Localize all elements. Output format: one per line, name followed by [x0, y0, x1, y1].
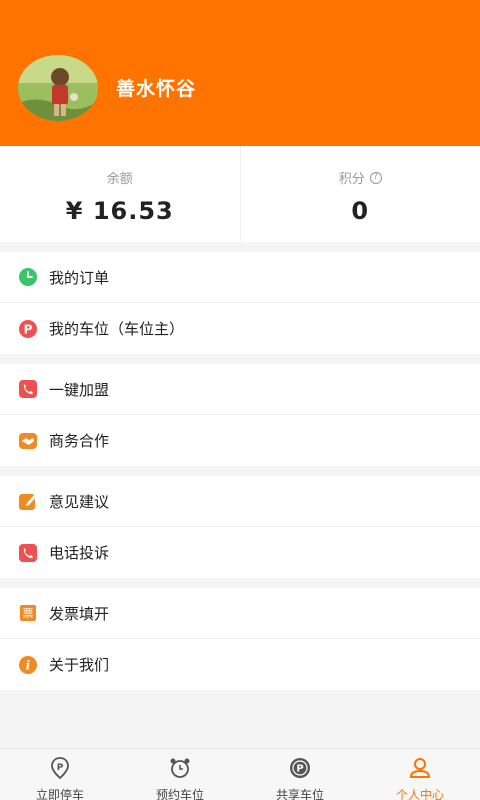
menu-item-label: 电话投诉: [49, 544, 110, 562]
menu-item-label: 一键加盟: [49, 380, 110, 399]
points-value: 0: [351, 197, 370, 225]
svg-text:P: P: [24, 322, 33, 336]
menu-item-label: 我的订单: [49, 268, 110, 287]
handshake-icon: [18, 431, 38, 451]
menu-group-feedback: 意见建议 电话投诉: [0, 476, 480, 578]
parking-p-icon: P: [18, 319, 38, 339]
points-label: 积分: [338, 172, 365, 187]
svg-text:P: P: [57, 763, 64, 773]
menu-item-join[interactable]: 一键加盟: [0, 364, 480, 415]
balance-card[interactable]: 余额 ¥ 16.53: [0, 146, 240, 242]
menu-item-my-parking[interactable]: P 我的车位（车位主）: [0, 303, 480, 354]
tab-park-now[interactable]: P 立即停车: [0, 749, 120, 800]
menu-item-label: 发票填开: [49, 604, 110, 623]
avatar[interactable]: [18, 55, 98, 121]
info-icon: i: [18, 655, 38, 675]
menu-item-complaint[interactable]: 电话投诉: [0, 527, 480, 578]
user-icon: [408, 756, 432, 784]
tab-reserve[interactable]: 预约车位: [120, 749, 240, 800]
menu-item-label: 商务合作: [49, 432, 110, 450]
profile-header: 善水怀谷: [0, 0, 480, 146]
tab-label: 个人中心: [395, 788, 444, 800]
tab-label: 预约车位: [155, 788, 204, 800]
username: 善水怀谷: [116, 78, 197, 100]
balance-value: ¥ 16.53: [65, 197, 174, 225]
menu-item-invoice[interactable]: 票 发票填开: [0, 588, 480, 639]
parking-circle-icon: P: [288, 756, 312, 784]
tab-label: 立即停车: [35, 788, 84, 800]
menu-item-label: 意见建议: [49, 492, 110, 511]
tab-profile[interactable]: 个人中心: [360, 749, 480, 800]
help-icon[interactable]: ?: [369, 171, 382, 184]
parking-pin-icon: P: [48, 756, 72, 784]
menu-item-about[interactable]: i 关于我们: [0, 639, 480, 690]
menu-group-orders: 我的订单 P 我的车位（车位主）: [0, 252, 480, 354]
menu-item-cooperation[interactable]: 商务合作: [0, 415, 480, 466]
points-label-wrap: 积分 ?: [339, 168, 382, 187]
edit-icon: [18, 491, 38, 511]
tab-label: 共享车位: [275, 788, 324, 800]
alarm-clock-icon: [168, 756, 192, 784]
menu-item-my-orders[interactable]: 我的订单: [0, 252, 480, 303]
svg-text:P: P: [296, 764, 303, 775]
tab-shared[interactable]: P 共享车位: [240, 749, 360, 800]
menu-group-business: 一键加盟 商务合作: [0, 364, 480, 466]
menu-item-label: 关于我们: [49, 656, 110, 674]
menu-item-label: 我的车位（车位主）: [49, 320, 185, 338]
profile-page: 善水怀谷 余额 ¥ 16.53 积分 ? 0 我的订单 P 我的车位（车位主）: [0, 0, 480, 800]
clock-icon: [18, 267, 38, 287]
info-icon-text: i: [26, 658, 31, 672]
balance-label: 余额: [106, 172, 133, 187]
invoice-icon-text: 票: [23, 607, 34, 620]
account-stats: 余额 ¥ 16.53 积分 ? 0: [0, 146, 480, 242]
invoice-icon: 票: [18, 603, 38, 623]
points-card[interactable]: 积分 ? 0: [239, 146, 480, 242]
phone-icon: [18, 379, 38, 399]
menu-group-info: 票 发票填开 i 关于我们: [0, 588, 480, 690]
menu-item-suggestions[interactable]: 意见建议: [0, 476, 480, 527]
phone-icon: [18, 543, 38, 563]
bottom-tab-bar: P 立即停车 预约车位 P 共享车位 个人中心: [0, 748, 480, 800]
